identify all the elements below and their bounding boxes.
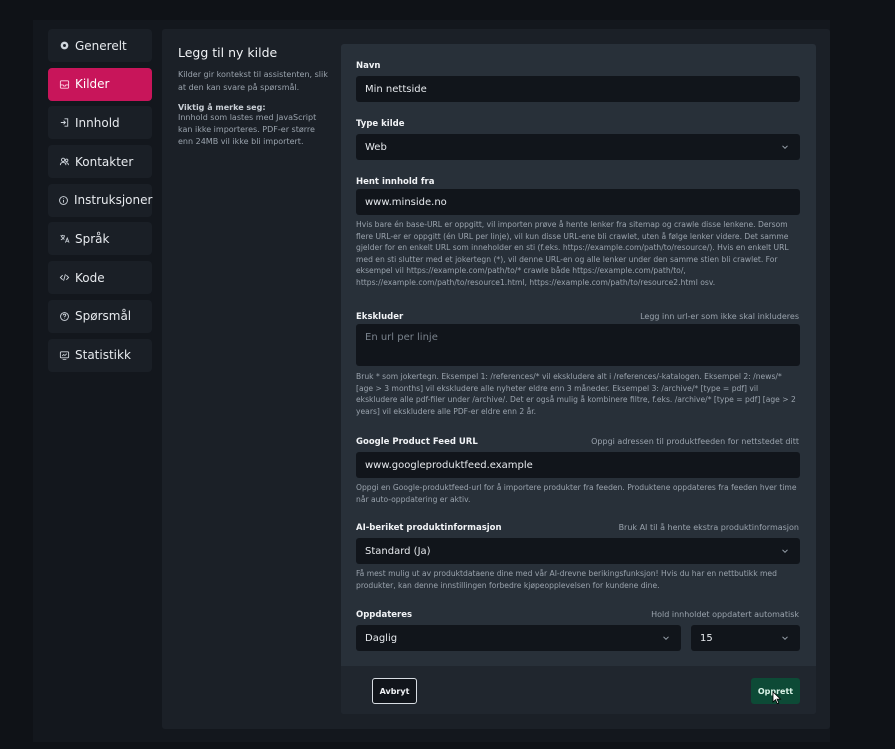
sidebar-item-label: Kilder <box>75 77 110 92</box>
fetch-from-help: Hvis bare én base-URL er oppgitt, vil im… <box>356 220 789 287</box>
page-title: Legg til ny kilde <box>178 45 278 60</box>
update-amount-select[interactable]: 15 <box>691 625 800 651</box>
inbox-icon <box>58 78 70 90</box>
sidebar-item-label: Kode <box>75 270 105 285</box>
ai-enriched-label: AI-beriket produktinformasjon <box>356 523 502 533</box>
chevron-down-icon <box>782 145 788 150</box>
sidebar-item-instruksjoner[interactable]: Instruksjoner <box>48 183 153 217</box>
sidebar-item-kilder[interactable]: Kilder <box>48 67 152 101</box>
source-type-select[interactable]: Web <box>356 134 800 160</box>
question-icon <box>58 310 70 322</box>
sidebar-item-label: Spørsmål <box>75 309 132 324</box>
fetch-from-value: www.minside.no <box>365 196 447 208</box>
sidebar-item-label: Generelt <box>75 38 127 53</box>
name-label: Navn <box>356 61 381 71</box>
info-note: Innhold som lastes med JavaScript kan ik… <box>178 113 317 146</box>
chevron-down-icon <box>782 549 788 554</box>
exclude-help: Bruk * som jokertegn. Eksempel 1: /refer… <box>356 372 796 416</box>
info-section: Legg til ny kilde Kilder gir kontekst ti… <box>178 45 330 148</box>
product-feed-value: www.googleproduktfeed.example <box>365 459 533 471</box>
fetch-from-label: Hent innhold fra <box>356 177 435 187</box>
sidebar-item-label: Statistikk <box>75 348 131 362</box>
exclude-hint: Legg inn url-er som ikke skal inkluderes <box>640 312 799 321</box>
gear-icon <box>58 40 70 52</box>
ai-enriched-help: Få mest mulig ut av produktdataene dine … <box>356 569 777 590</box>
name-value: Min nettside <box>365 83 427 95</box>
name-input[interactable]: Min nettside <box>356 76 800 102</box>
info-note-title: Viktig å merke seg: <box>178 103 266 112</box>
sidebar-item-sporsmal[interactable]: Spørsmål <box>48 299 152 333</box>
sidebar-item-label: Språk <box>75 231 110 246</box>
sidebar-item-label: Kontakter <box>75 154 134 169</box>
sidebar-item-generelt[interactable]: Generelt <box>48 29 152 62</box>
sidebar-item-statistikk[interactable]: Statistikk <box>48 338 152 372</box>
sidebar: Generelt Kilder Innhold Kontakter Instru… <box>48 29 152 377</box>
sidebar-item-kontakter[interactable]: Kontakter <box>48 145 152 179</box>
chevron-down-icon <box>782 636 788 641</box>
cancel-button[interactable]: Avbryt <box>372 678 417 704</box>
source-type-label: Type kilde <box>356 119 405 129</box>
product-feed-input[interactable]: www.googleproduktfeed.example <box>356 452 800 478</box>
update-amount-value: 15 <box>700 632 713 644</box>
sidebar-item-kode[interactable]: Kode <box>48 261 152 295</box>
info-icon <box>58 194 69 206</box>
users-icon <box>58 156 70 168</box>
exclude-label: Ekskluder <box>356 312 404 322</box>
update-frequency-value: Daglig <box>365 632 398 644</box>
product-feed-help: Oppgi en Google-produktfeed-url for å im… <box>356 483 797 504</box>
exclude-textarea[interactable]: En url per linje <box>356 324 800 366</box>
sidebar-item-sprak[interactable]: Språk <box>48 222 152 256</box>
login-icon <box>58 117 70 129</box>
update-label: Oppdateres <box>356 610 413 620</box>
code-icon <box>58 272 70 284</box>
update-frequency-select[interactable]: Daglig <box>356 625 681 651</box>
ai-enriched-select[interactable]: Standard (Ja) <box>356 538 800 564</box>
info-description: Kilder gir kontekst til assistenten, sli… <box>178 70 328 92</box>
sidebar-item-label: Innhold <box>75 115 120 130</box>
ai-enriched-hint: Bruk AI til å hente ekstra produktinform… <box>618 523 799 532</box>
ai-enriched-value: Standard (Ja) <box>365 545 431 557</box>
chevron-down-icon <box>663 636 669 641</box>
mouse-cursor-icon <box>772 691 782 705</box>
fetch-from-input[interactable]: www.minside.no <box>356 189 800 215</box>
update-hint: Hold innholdet oppdatert automatisk <box>651 610 799 619</box>
chart-icon <box>58 349 70 361</box>
product-feed-label: Google Product Feed URL <box>356 437 478 447</box>
sidebar-item-label: Instruksjoner <box>74 193 153 208</box>
sidebar-item-innhold[interactable]: Innhold <box>48 106 152 140</box>
translate-icon <box>58 233 70 245</box>
product-feed-hint: Oppgi adressen til produktfeeden for net… <box>591 437 799 446</box>
exclude-placeholder: En url per linje <box>365 332 438 343</box>
source-type-value: Web <box>365 141 387 153</box>
